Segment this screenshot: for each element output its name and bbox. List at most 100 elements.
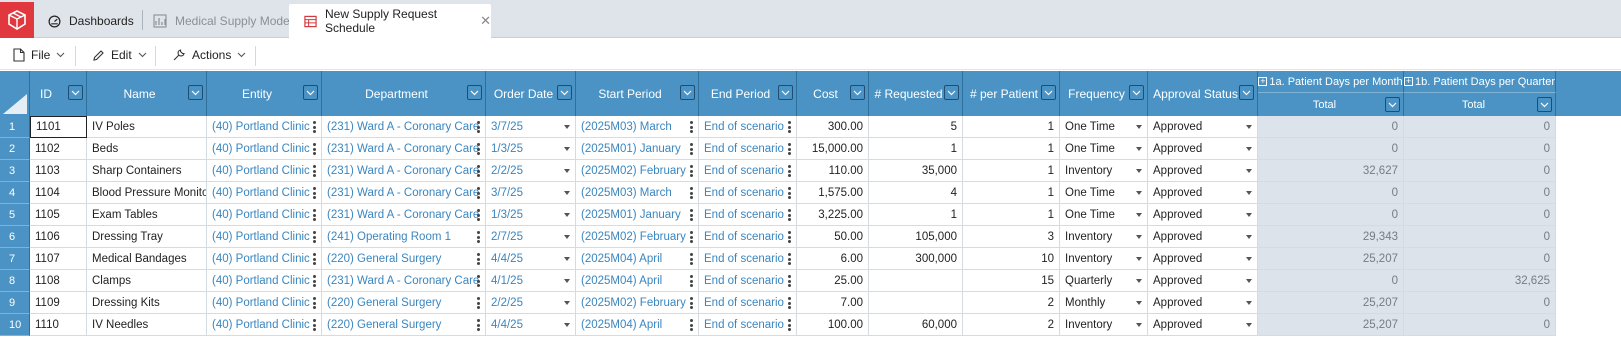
cell-end[interactable]: End of scenario <box>699 314 797 336</box>
table-row[interactable]: 9 1109 Dressing Kits (40) Portland Clinic (2… <box>0 292 1621 314</box>
table-row[interactable]: 10 1110 IV Needles (40) Portland Clinic (220… <box>0 314 1621 336</box>
cell-dept[interactable]: (220) General Surgery <box>322 314 486 336</box>
cell-date[interactable]: 3/7/25 <box>486 182 576 204</box>
cell-entity[interactable]: (40) Portland Clinic <box>207 204 322 226</box>
dropdown-caret-icon[interactable] <box>1136 301 1142 305</box>
tab-medical-supply-model[interactable]: Medical Supply Model <box>153 4 292 38</box>
cell-name[interactable]: Clamps <box>87 270 207 292</box>
cell-cost[interactable]: 1,575.00 <box>797 182 869 204</box>
dropdown-caret-icon[interactable] <box>1246 279 1252 283</box>
cell-dept[interactable]: (231) Ward A - Coronary Care <box>322 116 486 138</box>
cell-freq[interactable]: Inventory <box>1060 314 1148 336</box>
row-number[interactable]: 10 <box>0 314 30 336</box>
more-options-icon[interactable] <box>788 121 791 133</box>
cell-cost[interactable]: 7.00 <box>797 292 869 314</box>
cell-dept[interactable]: (220) General Surgery <box>322 248 486 270</box>
cell-end[interactable]: End of scenario <box>699 292 797 314</box>
column-filter-dropdown[interactable] <box>1385 97 1400 112</box>
cell-end[interactable]: End of scenario <box>699 138 797 160</box>
expand-plus-icon[interactable]: + <box>1258 77 1268 86</box>
more-options-icon[interactable] <box>690 231 693 243</box>
cell-req[interactable] <box>869 270 963 292</box>
cell-req[interactable]: 5 <box>869 116 963 138</box>
cell-cost[interactable]: 25.00 <box>797 270 869 292</box>
cell-end[interactable]: End of scenario <box>699 226 797 248</box>
cell-cost[interactable]: 15,000.00 <box>797 138 869 160</box>
cell-id[interactable]: 1108 <box>30 270 87 292</box>
more-options-icon[interactable] <box>313 231 316 243</box>
cell-req[interactable]: 300,000 <box>869 248 963 270</box>
edit-menu[interactable]: Edit <box>92 45 147 65</box>
dropdown-caret-icon[interactable] <box>564 213 570 217</box>
cell-freq[interactable]: Inventory <box>1060 248 1148 270</box>
close-icon[interactable]: ✕ <box>480 13 491 29</box>
dropdown-caret-icon[interactable] <box>1246 169 1252 173</box>
row-number[interactable]: 9 <box>0 292 30 314</box>
cell-name[interactable]: IV Needles <box>87 314 207 336</box>
cell-entity[interactable]: (40) Portland Clinic <box>207 314 322 336</box>
more-options-icon[interactable] <box>477 165 480 177</box>
actions-menu[interactable]: Actions <box>172 45 246 65</box>
cell-appr[interactable]: Approved <box>1148 116 1258 138</box>
expand-plus-icon[interactable]: + <box>1404 77 1413 86</box>
cell-appr[interactable]: Approved <box>1148 160 1258 182</box>
cell-start[interactable]: (2025M04) April <box>576 270 699 292</box>
cell-end[interactable]: End of scenario <box>699 160 797 182</box>
more-options-icon[interactable] <box>313 165 316 177</box>
more-options-icon[interactable] <box>690 143 693 155</box>
table-row[interactable]: 4 1104 Blood Pressure Monitor (40) Portland… <box>0 182 1621 204</box>
cell-start[interactable]: (2025M02) February <box>576 292 699 314</box>
cell-req[interactable]: 105,000 <box>869 226 963 248</box>
more-options-icon[interactable] <box>477 275 480 287</box>
cell-end[interactable]: End of scenario <box>699 182 797 204</box>
table-row[interactable]: 7 1107 Medical Bandages (40) Portland Clini… <box>0 248 1621 270</box>
more-options-icon[interactable] <box>477 319 480 331</box>
cell-entity[interactable]: (40) Portland Clinic <box>207 292 322 314</box>
more-options-icon[interactable] <box>477 253 480 265</box>
more-options-icon[interactable] <box>788 319 791 331</box>
dropdown-caret-icon[interactable] <box>564 125 570 129</box>
more-options-icon[interactable] <box>690 165 693 177</box>
column-filter-dropdown[interactable] <box>68 85 83 100</box>
more-options-icon[interactable] <box>788 275 791 287</box>
dropdown-caret-icon[interactable] <box>1246 301 1252 305</box>
more-options-icon[interactable] <box>313 187 316 199</box>
table-row[interactable]: 1 1101 IV Poles (40) Portland Clinic (231) W… <box>0 116 1621 138</box>
cell-req[interactable] <box>869 292 963 314</box>
cell-name[interactable]: Beds <box>87 138 207 160</box>
cell-id[interactable]: 1103 <box>30 160 87 182</box>
dropdown-caret-icon[interactable] <box>564 169 570 173</box>
cell-end[interactable]: End of scenario <box>699 270 797 292</box>
dropdown-caret-icon[interactable] <box>1136 279 1142 283</box>
col-header-order-date[interactable]: Order Date <box>486 71 576 116</box>
cell-date[interactable]: 3/7/25 <box>486 116 576 138</box>
table-row[interactable]: 3 1103 Sharp Containers (40) Portland Clini… <box>0 160 1621 182</box>
cell-pp[interactable]: 1 <box>963 138 1060 160</box>
more-options-icon[interactable] <box>690 275 693 287</box>
cell-end[interactable]: End of scenario <box>699 248 797 270</box>
cell-freq[interactable]: Monthly <box>1060 292 1148 314</box>
col-header-frequency[interactable]: Frequency <box>1060 71 1148 116</box>
app-logo[interactable] <box>0 2 34 38</box>
cell-dept[interactable]: (231) Ward A - Coronary Care <box>322 204 486 226</box>
tab-dashboards[interactable]: Dashboards <box>48 4 134 38</box>
more-options-icon[interactable] <box>690 297 693 309</box>
cell-cost[interactable]: 110.00 <box>797 160 869 182</box>
dropdown-caret-icon[interactable] <box>1136 125 1142 129</box>
row-number[interactable]: 5 <box>0 204 30 226</box>
dropdown-caret-icon[interactable] <box>1246 323 1252 327</box>
col-header-department[interactable]: Department <box>322 71 486 116</box>
col-header-id[interactable]: ID <box>30 71 87 116</box>
cell-end[interactable]: End of scenario <box>699 204 797 226</box>
cell-pp[interactable]: 3 <box>963 226 1060 248</box>
column-filter-dropdown[interactable] <box>1537 97 1552 112</box>
cell-entity[interactable]: (40) Portland Clinic <box>207 138 322 160</box>
table-row[interactable]: 8 1108 Clamps (40) Portland Clinic (231) War… <box>0 270 1621 292</box>
cell-entity[interactable]: (40) Portland Clinic <box>207 270 322 292</box>
cell-appr[interactable]: Approved <box>1148 204 1258 226</box>
cell-dept[interactable]: (231) Ward A - Coronary Care <box>322 138 486 160</box>
more-options-icon[interactable] <box>788 187 791 199</box>
cell-name[interactable]: Medical Bandages <box>87 248 207 270</box>
cell-cost[interactable]: 100.00 <box>797 314 869 336</box>
table-row[interactable]: 2 1102 Beds (40) Portland Clinic (231) Ward … <box>0 138 1621 160</box>
